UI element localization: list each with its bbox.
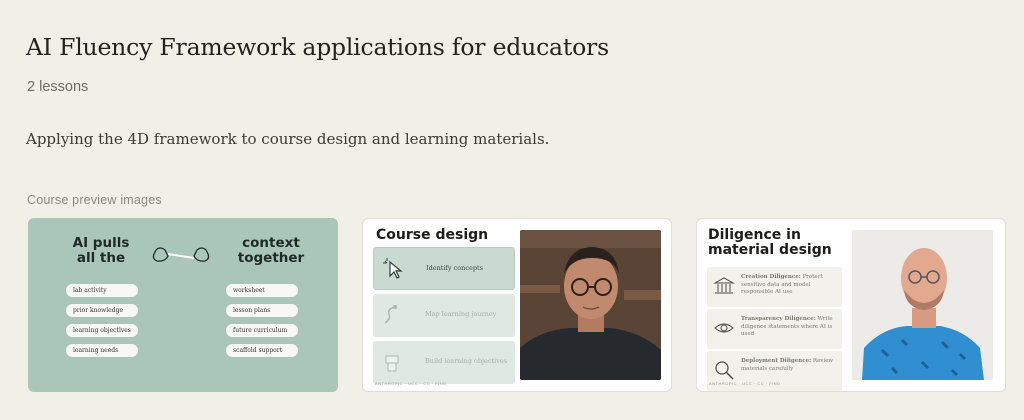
preview-card-context[interactable]: AI pulls all the context together lab ac… <box>28 218 338 392</box>
magnifier-icon <box>715 361 734 380</box>
context-heading-left: AI pulls all the <box>72 235 130 266</box>
footer-logos: ANTHROPIC · UCC · CC · FIND <box>709 381 781 386</box>
path-icon <box>384 305 397 324</box>
diligence-label: Deployment Diligence: <box>741 358 812 364</box>
slide-title: Diligence in material design <box>708 227 832 258</box>
page-title: AI Fluency Framework applications for ed… <box>26 33 609 61</box>
diligence-label: Creation Diligence: <box>741 274 801 280</box>
footer-logos: ANTHROPIC · UCC · CC · FIND <box>375 381 447 386</box>
step-build-objectives: Build learning objectives <box>373 341 515 384</box>
cursor-icon <box>383 258 403 279</box>
instructor-video <box>852 230 993 380</box>
building-blocks-icon <box>385 355 399 372</box>
context-pill: scaffold support <box>226 344 298 357</box>
diligence-item: Transparency Diligence: Write diligence … <box>707 309 842 349</box>
diligence-item: Creation Diligence: Protect sensitive da… <box>707 267 842 307</box>
context-pill: learning objectives <box>66 324 138 337</box>
course-description: Applying the 4D framework to course desi… <box>26 130 550 148</box>
step-label: Build learning objectives <box>425 357 508 365</box>
context-heading-right: context together <box>237 235 305 266</box>
instructor-video <box>520 230 661 380</box>
context-pill: lesson plans <box>226 304 298 317</box>
slide-title: Course design <box>376 227 489 243</box>
context-pill: prior knowledge <box>66 304 138 317</box>
diligence-label: Transparency Diligence: <box>741 316 816 322</box>
context-pill: lab activity <box>66 284 138 297</box>
context-pill: future curriculum <box>226 324 298 337</box>
context-pill: worksheet <box>226 284 298 297</box>
bank-icon <box>713 277 735 294</box>
hands-icon <box>152 247 210 262</box>
preview-card-diligence[interactable]: Diligence in material design Creation Di… <box>696 218 1006 392</box>
lesson-count: 2 lessons <box>27 79 89 95</box>
step-map-journey: Map learning journey <box>373 294 515 337</box>
step-label: Map learning journey <box>425 310 497 318</box>
step-identify-concepts: Identify concepts <box>373 247 515 290</box>
preview-section-label: Course preview images <box>27 193 162 207</box>
step-label: Identify concepts <box>426 264 483 272</box>
eye-icon <box>714 323 734 333</box>
context-pill: learning needs <box>66 344 138 357</box>
preview-card-course-design[interactable]: Course design Identify concepts Map lear… <box>362 218 672 392</box>
